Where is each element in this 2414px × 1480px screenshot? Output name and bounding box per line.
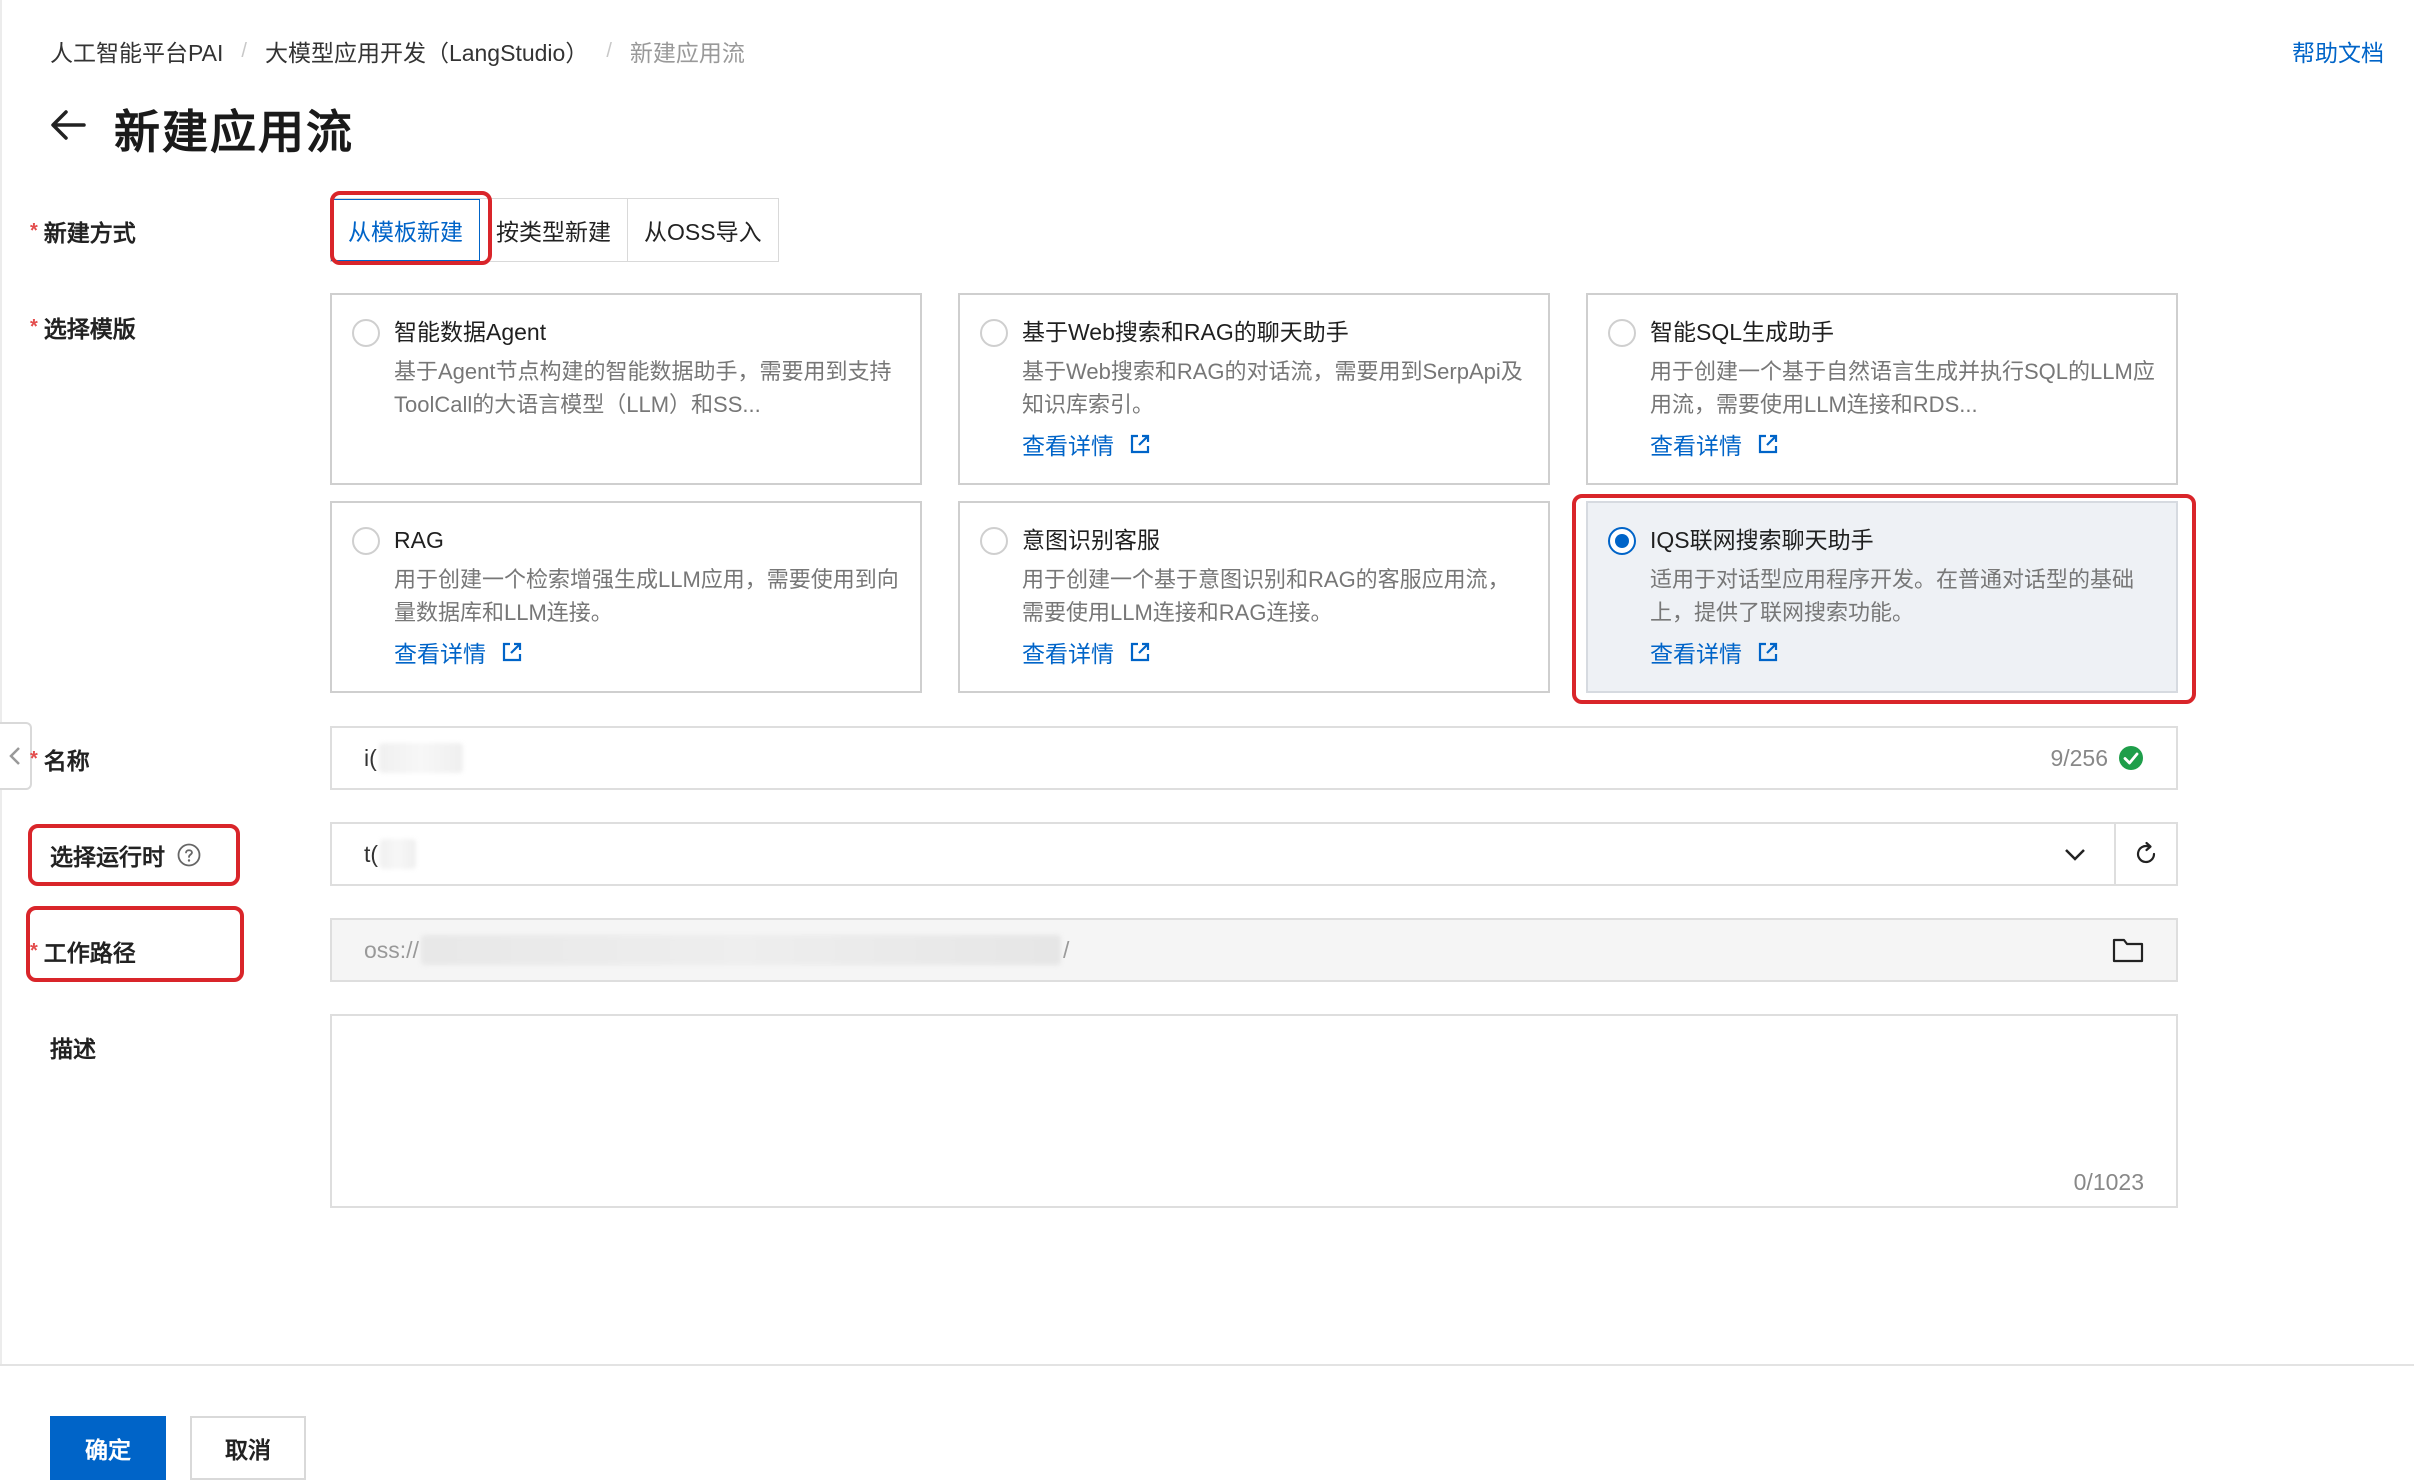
runtime-label-text: 选择运行时 (50, 844, 165, 870)
template-card-title: IQS联网搜索聊天助手 (1650, 527, 1874, 553)
external-link-icon (1130, 642, 1150, 662)
name-label-text: 名称 (43, 748, 90, 774)
template-card-iqs-search-chat[interactable]: IQS联网搜索聊天助手 适用于对话型应用程序开发。在普通对话型的基础上，提供了联… (1586, 501, 2178, 693)
help-question-icon[interactable] (177, 843, 201, 867)
breadcrumb-separator: / (606, 39, 612, 62)
name-label: * 名称 (30, 742, 90, 776)
required-mark: * (30, 939, 38, 962)
template-label: * 选择模版 (30, 310, 136, 344)
template-card-smart-sql[interactable]: 智能SQL生成助手 用于创建一个基于自然语言生成并执行SQL的LLM应用流，需要… (1586, 293, 2178, 485)
template-card-smart-data-agent[interactable]: 智能数据Agent 基于Agent节点构建的智能数据助手，需要用到支持ToolC… (330, 293, 922, 485)
view-details-label: 查看详情 (1022, 641, 1114, 667)
radio-button[interactable] (980, 319, 1008, 347)
help-docs-link[interactable]: 帮助文档 (2292, 34, 2384, 68)
runtime-select[interactable]: t( (330, 822, 2178, 886)
breadcrumb-separator: / (241, 39, 247, 62)
view-details-label: 查看详情 (394, 641, 486, 667)
view-details-link[interactable]: 查看详情 (1022, 635, 1528, 669)
view-details-label: 查看详情 (1650, 641, 1742, 667)
view-details-link[interactable]: 查看详情 (1022, 427, 1528, 461)
check-circle-icon (2119, 746, 2143, 770)
page-title: 新建应用流 (114, 106, 354, 158)
breadcrumb-item-langstudio[interactable]: 大模型应用开发（LangStudio） (265, 34, 588, 68)
work-path-prefix: oss:// (364, 936, 419, 963)
template-card-rag[interactable]: RAG 用于创建一个检索增强生成LLM应用，需要使用到向量数据库和LLM连接。 … (330, 501, 922, 693)
runtime-select-value: t( (364, 840, 379, 867)
template-card-intent-service[interactable]: 意图识别客服 用于创建一个基于意图识别和RAG的客服应用流，需要使用LLM连接和… (958, 501, 1550, 693)
template-card-desc: 适用于对话型应用程序开发。在普通对话型的基础上，提供了联网搜索功能。 (1650, 567, 2135, 625)
work-path-label-text: 工作路径 (43, 940, 136, 966)
cancel-button[interactable]: 取消 (190, 1416, 306, 1480)
radio-button[interactable] (980, 527, 1008, 555)
template-card-title: 智能数据Agent (394, 319, 547, 345)
view-details-label: 查看详情 (1022, 433, 1114, 459)
runtime-label: 选择运行时 (50, 838, 201, 872)
template-label-text: 选择模版 (43, 316, 136, 342)
template-card-title: RAG (394, 527, 444, 553)
template-card-desc: 用于创建一个基于自然语言生成并执行SQL的LLM应用流，需要使用LLM连接和RD… (1650, 359, 2155, 417)
breadcrumb-item-current: 新建应用流 (629, 40, 745, 66)
tab-from-template[interactable]: 从模板新建 (331, 199, 480, 261)
view-details-link[interactable]: 查看详情 (1650, 635, 2156, 669)
radio-button[interactable] (1608, 319, 1636, 347)
refresh-icon (2136, 841, 2156, 864)
left-edge-border (0, 0, 2, 1364)
template-card-title: 意图识别客服 (1022, 527, 1160, 553)
template-card-desc: 用于创建一个检索增强生成LLM应用，需要使用到向量数据库和LLM连接。 (394, 567, 899, 625)
back-arrow-icon[interactable] (44, 100, 94, 150)
radio-button[interactable] (352, 527, 380, 555)
external-link-icon (1130, 434, 1150, 454)
sidebar-collapse-toggle[interactable] (0, 722, 32, 790)
description-textarea[interactable]: 0/1023 (330, 1014, 2178, 1208)
view-details-link[interactable]: 查看详情 (1650, 427, 2156, 461)
work-path-suffix: / (1062, 936, 1070, 963)
external-link-icon (502, 642, 522, 662)
required-mark: * (30, 747, 38, 770)
chevron-left-icon (9, 747, 20, 765)
name-input[interactable]: i( 9/256 (330, 726, 2178, 790)
description-label: 描述 (50, 1030, 96, 1064)
create-method-label: * 新建方式 (30, 214, 136, 248)
redacted-text (378, 743, 463, 773)
template-card-desc: 基于Web搜索和RAG的对话流，需要用到SerpApi及知识库索引。 (1022, 359, 1523, 417)
work-path-label: * 工作路径 (30, 934, 136, 968)
redacted-text (420, 935, 1061, 965)
work-path-input[interactable]: oss:// / (330, 918, 2178, 982)
view-details-label: 查看详情 (1650, 433, 1742, 459)
view-details-link[interactable]: 查看详情 (394, 635, 900, 669)
redacted-text (380, 839, 417, 869)
template-card-title: 智能SQL生成助手 (1650, 319, 1835, 345)
radio-button-selected[interactable] (1608, 527, 1636, 555)
external-link-icon (1758, 434, 1778, 454)
template-card-title: 基于Web搜索和RAG的聊天助手 (1022, 319, 1349, 345)
template-card-desc: 用于创建一个基于意图识别和RAG的客服应用流，需要使用LLM连接和RAG连接。 (1022, 567, 1510, 625)
template-card-desc: 基于Agent节点构建的智能数据助手，需要用到支持ToolCall的大语言模型（… (394, 359, 892, 417)
tab-from-oss[interactable]: 从OSS导入 (628, 199, 778, 261)
tab-by-type[interactable]: 按类型新建 (480, 199, 628, 261)
breadcrumb: 人工智能平台PAI / 大模型应用开发（LangStudio） / 新建应用流 (50, 34, 745, 68)
refresh-button[interactable] (2114, 824, 2176, 884)
name-input-value: i( (364, 744, 377, 771)
template-card-web-search-rag[interactable]: 基于Web搜索和RAG的聊天助手 基于Web搜索和RAG的对话流，需要用到Ser… (958, 293, 1550, 485)
required-mark: * (30, 219, 38, 242)
external-link-icon (1758, 642, 1778, 662)
folder-icon[interactable] (2112, 936, 2144, 964)
create-method-label-text: 新建方式 (43, 220, 136, 246)
chevron-down-icon[interactable] (2062, 841, 2088, 867)
name-char-counter: 9/256 (2050, 744, 2108, 771)
description-label-text: 描述 (50, 1036, 96, 1062)
breadcrumb-item-pai[interactable]: 人工智能平台PAI (50, 34, 223, 68)
required-mark: * (30, 315, 38, 338)
footer-divider (0, 1364, 2414, 1366)
description-char-counter: 0/1023 (2073, 1169, 2144, 1195)
confirm-button[interactable]: 确定 (50, 1416, 166, 1480)
create-method-segmented: 从模板新建 按类型新建 从OSS导入 (330, 198, 779, 262)
radio-button[interactable] (352, 319, 380, 347)
